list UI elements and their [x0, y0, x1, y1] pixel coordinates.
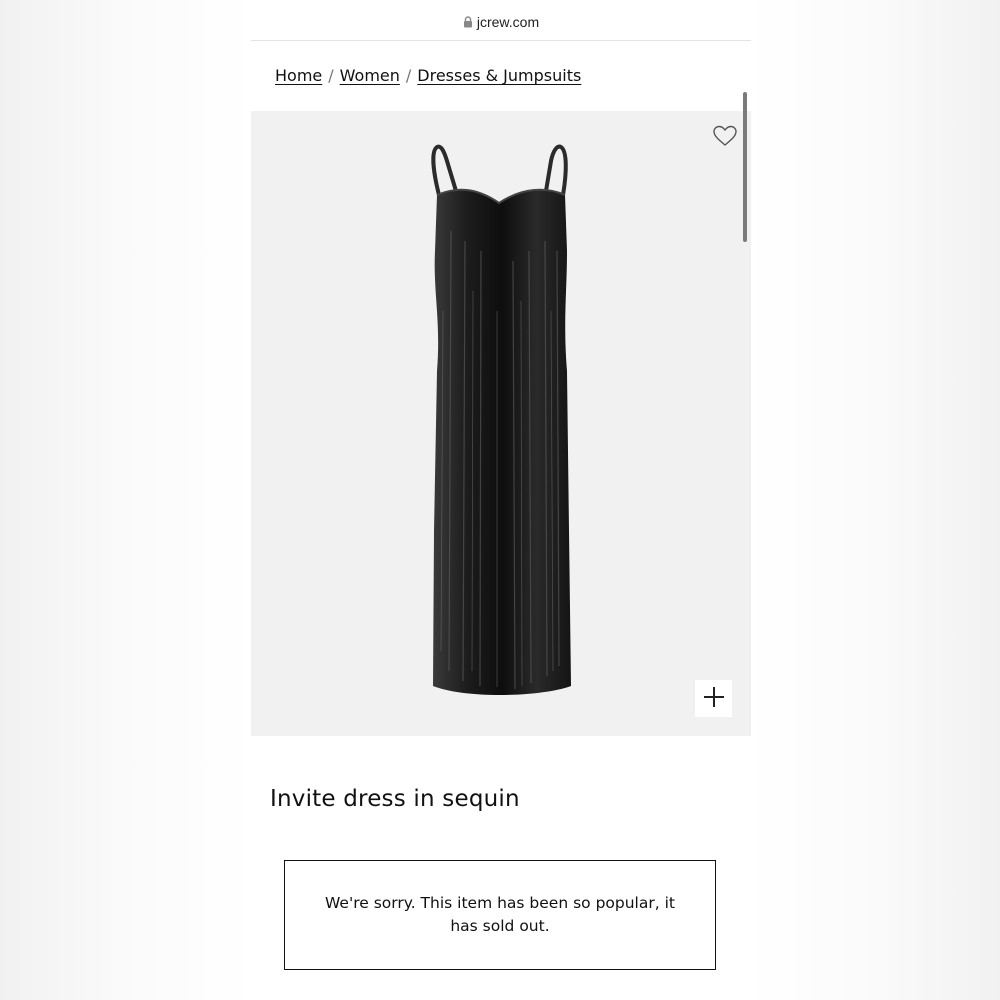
breadcrumb-home-link[interactable]: Home — [275, 66, 322, 85]
address-bar[interactable]: jcrew.com — [251, 0, 751, 41]
breadcrumb-women-link[interactable]: Women — [340, 66, 400, 85]
wishlist-button[interactable] — [711, 122, 739, 150]
product-title: Invite dress in sequin — [270, 786, 520, 812]
heart-icon — [711, 125, 739, 154]
breadcrumb: Home / Women / Dresses & Jumpsuits — [275, 66, 581, 85]
sold-out-notice: We're sorry. This item has been so popul… — [284, 860, 716, 970]
product-image[interactable] — [251, 111, 751, 736]
url-text: jcrew.com — [476, 14, 540, 30]
lock-icon — [463, 15, 473, 28]
zoom-button[interactable] — [695, 680, 732, 717]
sold-out-message: We're sorry. This item has been so popul… — [325, 894, 675, 935]
plus-icon — [703, 686, 725, 712]
breadcrumb-separator: / — [328, 66, 334, 85]
breadcrumb-dresses-link[interactable]: Dresses & Jumpsuits — [417, 66, 581, 85]
scrollbar[interactable] — [743, 92, 747, 242]
dress-illustration — [431, 144, 571, 696]
mobile-browser-viewport: jcrew.com Home / Women / Dresses & Jumpsuits — [251, 0, 751, 1000]
breadcrumb-separator: / — [405, 66, 412, 85]
